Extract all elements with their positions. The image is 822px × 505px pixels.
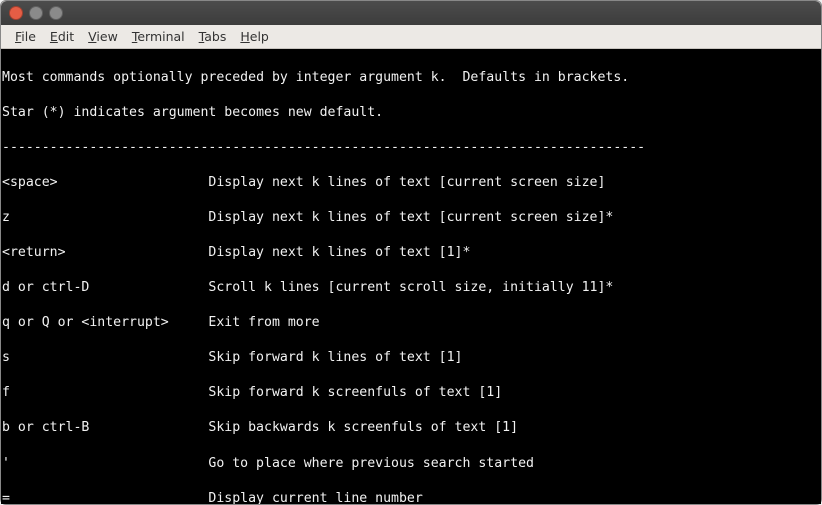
- help-desc: Skip backwards k screenfuls of text [1]: [208, 420, 518, 435]
- help-desc: Display next k lines of text [current sc…: [208, 210, 613, 225]
- help-row: q or Q or <interrupt>Exit from more: [2, 314, 821, 332]
- menu-help[interactable]: Help: [234, 27, 275, 46]
- help-row: 'Go to place where previous search start…: [2, 455, 821, 473]
- maximize-icon[interactable]: [49, 6, 63, 20]
- help-key: ': [2, 455, 208, 473]
- help-key: d or ctrl-D: [2, 279, 208, 297]
- help-desc: Skip forward k lines of text [1]: [208, 350, 462, 365]
- terminal-window: File Edit View Terminal Tabs Help Most c…: [0, 0, 822, 505]
- menu-edit[interactable]: Edit: [44, 27, 80, 46]
- menubar: File Edit View Terminal Tabs Help: [1, 25, 821, 49]
- window-titlebar: [1, 1, 821, 25]
- help-desc: Display current line number: [208, 491, 422, 504]
- help-desc: Exit from more: [208, 315, 319, 330]
- help-desc: Skip forward k screenfuls of text [1]: [208, 385, 502, 400]
- separator: ----------------------------------------…: [2, 139, 821, 157]
- help-row: d or ctrl-DScroll k lines [current scrol…: [2, 279, 821, 297]
- menu-tabs[interactable]: Tabs: [193, 27, 233, 46]
- menu-view[interactable]: View: [82, 27, 124, 46]
- terminal-pane[interactable]: Most commands optionally preceded by int…: [1, 49, 821, 504]
- menu-terminal[interactable]: Terminal: [126, 27, 191, 46]
- help-row: zDisplay next k lines of text [current s…: [2, 209, 821, 227]
- help-key: =: [2, 490, 208, 504]
- help-row: fSkip forward k screenfuls of text [1]: [2, 384, 821, 402]
- help-key: s: [2, 349, 208, 367]
- help-row: <return>Display next k lines of text [1]…: [2, 244, 821, 262]
- help-row: =Display current line number: [2, 490, 821, 504]
- help-row: sSkip forward k lines of text [1]: [2, 349, 821, 367]
- close-icon[interactable]: [9, 6, 23, 20]
- help-key: <return>: [2, 244, 208, 262]
- help-row: <space>Display next k lines of text [cur…: [2, 174, 821, 192]
- intro-line: Star (*) indicates argument becomes new …: [2, 104, 821, 122]
- intro-line: Most commands optionally preceded by int…: [2, 69, 821, 87]
- help-key: z: [2, 209, 208, 227]
- help-key: <space>: [2, 174, 208, 192]
- minimize-icon[interactable]: [29, 6, 43, 20]
- menu-file[interactable]: File: [9, 27, 42, 46]
- help-desc: Display next k lines of text [1]*: [208, 245, 470, 260]
- help-key: q or Q or <interrupt>: [2, 314, 208, 332]
- help-desc: Go to place where previous search starte…: [208, 456, 534, 471]
- help-desc: Display next k lines of text [current sc…: [208, 175, 605, 190]
- help-desc: Scroll k lines [current scroll size, ini…: [208, 280, 613, 295]
- help-key: f: [2, 384, 208, 402]
- help-key: b or ctrl-B: [2, 419, 208, 437]
- help-row: b or ctrl-BSkip backwards k screenfuls o…: [2, 419, 821, 437]
